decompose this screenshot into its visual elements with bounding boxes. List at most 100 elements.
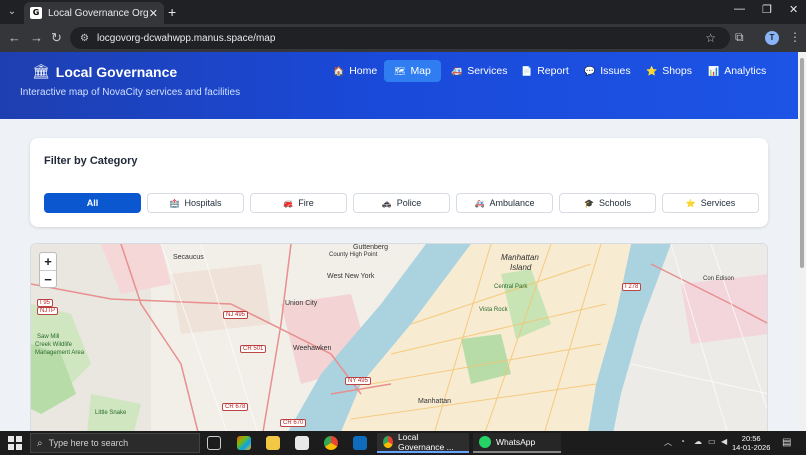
filter-title: Filter by Category <box>44 155 138 167</box>
map-label: Creek Wildlife <box>35 342 73 348</box>
map-tiles <box>31 244 767 442</box>
map-label: County High Point <box>329 252 378 258</box>
battery-icon[interactable]: ▭ <box>708 437 716 446</box>
home-icon: 🏠 <box>333 65 345 76</box>
road-shield: I 95 <box>37 299 54 307</box>
notifications-icon[interactable]: ▤ <box>782 437 791 448</box>
chrome-icon[interactable] <box>324 436 338 450</box>
reload-icon[interactable]: ↻ <box>51 30 62 46</box>
zoom-in-button[interactable]: + <box>40 253 56 270</box>
page-content: Filter by Category All 🏥 Hospitals 🚒 Fir… <box>0 119 798 443</box>
nav-label: Shops <box>662 65 692 77</box>
road-shield: CR 670 <box>280 419 307 427</box>
nav-home[interactable]: 🏠 Home <box>323 60 387 82</box>
taskbar-app-label: WhatsApp <box>496 437 536 447</box>
map-label: Central Park <box>494 284 528 290</box>
file-explorer-icon[interactable] <box>266 436 280 450</box>
forward-icon[interactable]: → <box>30 30 43 46</box>
filter-card: Filter by Category All 🏥 Hospitals 🚒 Fir… <box>30 138 768 227</box>
map-label: Little Snake <box>95 410 127 416</box>
copilot-icon[interactable] <box>237 436 251 450</box>
nav-label: Issues <box>600 65 631 77</box>
chip-label: Fire <box>298 198 314 208</box>
city-map[interactable]: + − Secaucus Guttenberg County High Poin… <box>30 243 768 443</box>
taskbar: ⌕ Type here to search Local Governance .… <box>0 431 806 455</box>
nav-issues[interactable]: 💬 Issues <box>574 60 641 82</box>
tab-close-icon[interactable]: ✕ <box>149 7 158 20</box>
nav-shops[interactable]: ⭐ Shops <box>636 60 702 82</box>
taskbar-search[interactable]: ⌕ Type here to search <box>30 433 200 453</box>
address-bar[interactable]: ⚙ locgovorg-dcwahwpp.manus.space/map ☆ <box>70 27 730 49</box>
map-label: Management Area <box>35 350 85 356</box>
store-icon[interactable] <box>295 436 309 450</box>
brand-name: Local Governance <box>55 63 178 80</box>
nav-analytics[interactable]: 📊 Analytics <box>698 60 776 82</box>
browser-tabstrip: ⌄ G Local Governance Organizer ✕ + — ❐ ✕ <box>0 0 806 24</box>
chip-label: Services <box>700 198 736 208</box>
police-car-icon: 🚓 <box>381 198 392 208</box>
chart-icon: 📊 <box>708 65 720 76</box>
filter-all-button[interactable]: All <box>44 193 141 213</box>
browser-tab[interactable]: G Local Governance Organizer ✕ <box>24 2 164 24</box>
mail-icon[interactable] <box>353 436 367 450</box>
scrollbar-thumb[interactable] <box>800 58 804 268</box>
nav-label: Home <box>349 65 378 77</box>
fire-truck-icon: 🚒 <box>283 198 294 208</box>
map-label: West New York <box>327 273 375 280</box>
nav-map[interactable]: 🗺 Map <box>384 60 441 82</box>
map-label: Vista Rock <box>479 307 508 313</box>
brand[interactable]: 🏛 Local Governance <box>32 63 177 80</box>
filter-police-button[interactable]: 🚓 Police <box>353 193 450 213</box>
browser-menu-icon[interactable]: ⋮ <box>789 30 801 44</box>
taskbar-app-chrome[interactable]: Local Governance ... <box>377 432 469 453</box>
volume-icon[interactable]: ◀ <box>721 437 727 446</box>
page-scrollbar[interactable] <box>798 52 806 431</box>
map-icon: 🗺 <box>394 65 406 76</box>
road-shield: I 278 <box>622 283 642 291</box>
zoom-out-button[interactable]: − <box>40 270 56 287</box>
map-label: Guttenberg <box>353 244 389 251</box>
road-shield: NY 495 <box>345 377 371 385</box>
bookmark-star-icon[interactable]: ☆ <box>705 31 716 45</box>
back-icon[interactable]: ← <box>8 30 21 46</box>
maximize-icon[interactable]: ❐ <box>762 3 772 16</box>
map-label: Manhattan <box>501 253 539 262</box>
nav-services[interactable]: 🚑 Services <box>441 60 517 82</box>
graduation-cap-icon: 🎓 <box>584 198 594 208</box>
road-shield: NJTP <box>37 307 58 315</box>
network-icon[interactable]: ◔ <box>680 437 685 446</box>
map-label: Saw Mill <box>37 334 60 340</box>
page-subtitle: Interactive map of NovaCity services and… <box>20 87 241 98</box>
onedrive-icon[interactable]: ☁ <box>694 437 702 446</box>
taskbar-app-label: Local Governance ... <box>397 432 454 452</box>
minimize-icon[interactable]: — <box>734 3 745 15</box>
taskbar-clock[interactable]: 20:56 14-01-2026 <box>732 434 770 452</box>
nav-label: Analytics <box>724 65 767 77</box>
tab-favicon: G <box>30 7 42 19</box>
window-close-icon[interactable]: ✕ <box>789 3 798 16</box>
map-label: Secaucus <box>173 254 204 261</box>
chat-icon: 💬 <box>584 65 596 76</box>
extensions-icon[interactable]: ⧉ <box>735 30 744 45</box>
new-tab-icon[interactable]: + <box>168 4 176 20</box>
task-view-icon[interactable] <box>207 436 221 450</box>
tray-chevron-icon[interactable]: ︿ <box>664 437 672 448</box>
clock-time: 20:56 <box>741 434 761 443</box>
filter-hospitals-button[interactable]: 🏥 Hospitals <box>147 193 244 213</box>
filter-schools-button[interactable]: 🎓 Schools <box>559 193 656 213</box>
chip-label: Schools <box>598 198 631 208</box>
filter-fire-button[interactable]: 🚒 Fire <box>250 193 347 213</box>
profile-avatar[interactable]: T <box>765 31 779 45</box>
map-label: Weehawken <box>293 345 332 352</box>
map-label: Union City <box>285 300 318 307</box>
browser-toolbar: ← → ↻ ⚙ locgovorg-dcwahwpp.manus.space/m… <box>0 24 806 52</box>
filter-services-button[interactable]: ⭐ Services <box>662 193 759 213</box>
filter-ambulance-button[interactable]: 🚑 Ambulance <box>456 193 553 213</box>
windows-start-icon[interactable] <box>8 436 22 450</box>
taskbar-app-whatsapp[interactable]: WhatsApp <box>473 433 561 453</box>
building-icon: 🏛 <box>32 63 50 79</box>
nav-label: Map <box>410 65 431 77</box>
site-info-icon[interactable]: ⚙ <box>80 33 89 44</box>
tab-search-icon[interactable]: ⌄ <box>4 4 20 20</box>
nav-report[interactable]: 📄 Report <box>511 60 579 82</box>
